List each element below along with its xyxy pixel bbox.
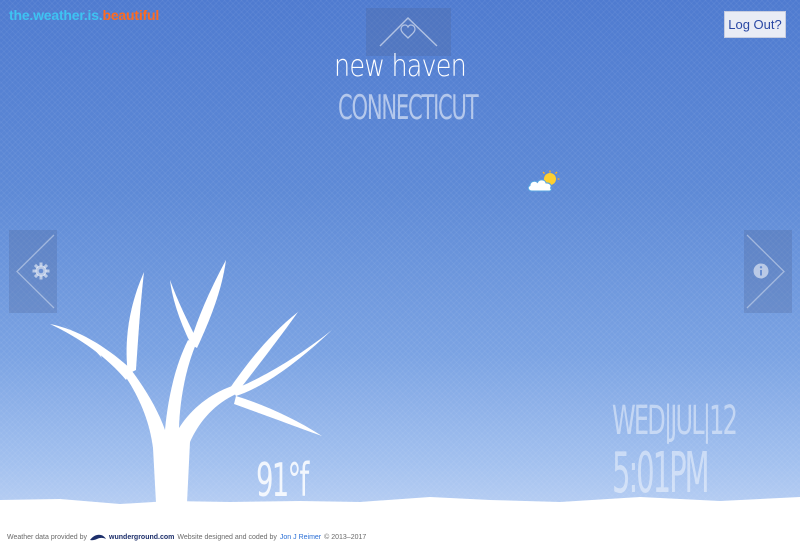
brand-logo[interactable]: the.weather.is.beautiful: [9, 7, 159, 23]
date-readout: WED|JUL|12: [612, 398, 738, 444]
state-name: CONNECTICUT: [338, 88, 479, 128]
wunderground-logo-icon: [90, 534, 107, 541]
footer-prefix: Weather data provided by: [7, 533, 88, 541]
brand-part-1: the.weather.is.: [9, 7, 103, 23]
brand-part-2: beautiful: [102, 7, 160, 23]
info-panel-toggle[interactable]: [744, 230, 792, 313]
wunderground-link[interactable]: wunderground.com: [109, 534, 174, 541]
author-link[interactable]: Jon J Reimer: [280, 534, 321, 541]
info-icon: [753, 263, 769, 279]
footer: Weather data provided by wunderground.co…: [0, 528, 800, 546]
logout-button[interactable]: Log Out?: [724, 11, 786, 38]
partly-cloudy-icon: [527, 170, 560, 192]
city-name: new haven: [334, 49, 467, 84]
footer-middle: Website designed and coded by: [177, 533, 277, 541]
footer-copyright: © 2013–2017: [324, 533, 367, 541]
